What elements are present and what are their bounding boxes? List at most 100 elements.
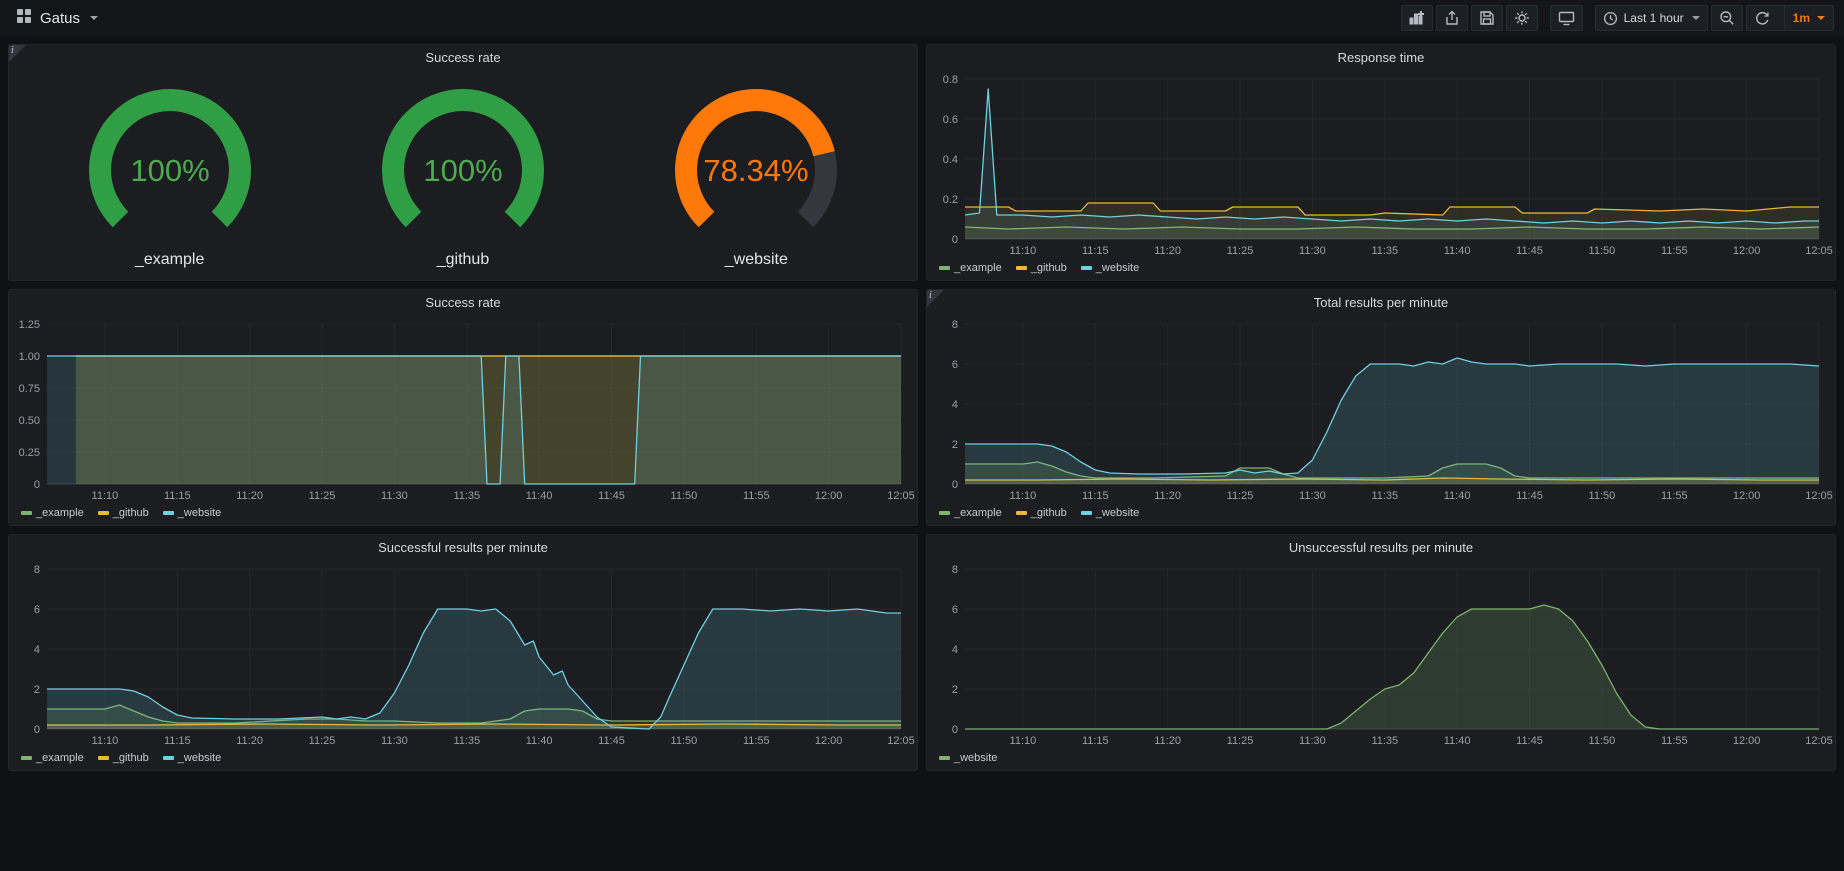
svg-text:0: 0 xyxy=(34,724,40,736)
svg-text:11:20: 11:20 xyxy=(1154,245,1181,257)
panel-title-success-rate-gauges[interactable]: Success rate xyxy=(9,45,917,70)
clock-icon xyxy=(1603,11,1618,26)
legend-item-github[interactable]: _github xyxy=(98,507,149,519)
svg-text:12:05: 12:05 xyxy=(887,735,915,747)
gauge-example: 100% _example xyxy=(50,82,290,269)
chart-unsuccessful-results[interactable]: 0246811:1011:1511:2011:2511:3011:3511:40… xyxy=(927,560,1835,750)
chevron-down-icon xyxy=(90,16,98,20)
info-icon[interactable]: i xyxy=(9,45,26,62)
settings-button[interactable] xyxy=(1506,5,1538,31)
svg-text:12:05: 12:05 xyxy=(1805,735,1833,747)
svg-text:11:55: 11:55 xyxy=(743,735,770,747)
svg-text:11:55: 11:55 xyxy=(1661,490,1688,502)
legend-item-example[interactable]: _example xyxy=(21,752,84,764)
svg-text:11:40: 11:40 xyxy=(526,490,553,502)
chevron-down-icon xyxy=(1817,16,1825,20)
panel-title-text: Unsuccessful results per minute xyxy=(1289,540,1473,555)
info-icon[interactable]: i xyxy=(927,290,944,307)
svg-text:11:25: 11:25 xyxy=(1227,735,1254,747)
panel-legend: _example _github _website xyxy=(927,260,1835,280)
svg-text:12:00: 12:00 xyxy=(1733,245,1761,257)
svg-text:11:50: 11:50 xyxy=(1589,245,1616,257)
svg-text:12:00: 12:00 xyxy=(1733,490,1761,502)
svg-text:0.4: 0.4 xyxy=(943,154,958,166)
svg-text:11:35: 11:35 xyxy=(1371,245,1398,257)
panel-title-text: Success rate xyxy=(425,295,500,310)
svg-text:11:40: 11:40 xyxy=(1444,245,1471,257)
panel-title-response-time[interactable]: Response time xyxy=(927,45,1835,70)
chart-successful-results[interactable]: 0246811:1011:1511:2011:2511:3011:3511:40… xyxy=(9,560,917,750)
svg-text:11:35: 11:35 xyxy=(1371,490,1398,502)
panel-title-successful-results[interactable]: Successful results per minute xyxy=(9,535,917,560)
panel-title-text: Total results per minute xyxy=(1314,295,1448,310)
zoom-out-icon xyxy=(1719,10,1735,26)
svg-text:2: 2 xyxy=(952,684,958,696)
refresh-interval-dropdown[interactable]: 1m xyxy=(1784,6,1833,30)
svg-text:11:30: 11:30 xyxy=(381,490,408,502)
svg-text:11:10: 11:10 xyxy=(92,490,119,502)
legend-item-github[interactable]: _github xyxy=(1016,262,1067,274)
chart-response-time[interactable]: 00.20.40.60.811:1011:1511:2011:2511:3011… xyxy=(927,70,1835,260)
svg-text:6: 6 xyxy=(34,604,40,616)
panel-response-time: Response time 00.20.40.60.811:1011:1511:… xyxy=(926,44,1836,281)
legend-item-github[interactable]: _github xyxy=(98,752,149,764)
legend-item-example[interactable]: _example xyxy=(21,507,84,519)
legend-item-example[interactable]: _example xyxy=(939,507,1002,519)
svg-text:11:50: 11:50 xyxy=(671,735,698,747)
svg-text:4: 4 xyxy=(952,644,958,656)
svg-text:0: 0 xyxy=(952,724,958,736)
legend-item-github[interactable]: _github xyxy=(1016,507,1067,519)
zoom-out-button[interactable] xyxy=(1711,5,1743,31)
dashboard-picker[interactable]: Gatus xyxy=(10,4,104,33)
svg-text:0: 0 xyxy=(952,479,958,491)
svg-text:12:05: 12:05 xyxy=(1805,245,1833,257)
tv-mode-button[interactable] xyxy=(1550,5,1583,31)
legend-item-example[interactable]: _example xyxy=(939,262,1002,274)
refresh-button[interactable] xyxy=(1747,6,1778,30)
svg-text:11:30: 11:30 xyxy=(1299,245,1326,257)
time-range-picker[interactable]: Last 1 hour xyxy=(1595,5,1708,31)
legend-item-website[interactable]: _website xyxy=(1081,262,1139,274)
navbar: Gatus xyxy=(0,0,1844,36)
svg-text:12:05: 12:05 xyxy=(887,490,915,502)
legend-item-website[interactable]: _website xyxy=(163,507,221,519)
share-icon xyxy=(1444,10,1460,26)
share-button[interactable] xyxy=(1436,5,1468,31)
svg-text:11:15: 11:15 xyxy=(164,735,191,747)
svg-text:11:30: 11:30 xyxy=(1299,490,1326,502)
panel-success-rate-gauges: i Success rate 100% _example 100% _githu… xyxy=(8,44,918,281)
legend-item-website[interactable]: _website xyxy=(939,752,997,764)
refresh-icon xyxy=(1755,11,1770,26)
svg-text:8: 8 xyxy=(952,319,958,331)
panel-title-success-rate-series[interactable]: Success rate xyxy=(9,290,917,315)
gauge-github: 100% _github xyxy=(343,82,583,269)
add-panel-button[interactable] xyxy=(1401,5,1433,31)
legend-item-website[interactable]: _website xyxy=(1081,507,1139,519)
svg-text:11:25: 11:25 xyxy=(1227,245,1254,257)
save-button[interactable] xyxy=(1471,5,1503,31)
svg-text:0.50: 0.50 xyxy=(19,415,40,427)
gear-icon xyxy=(1514,10,1530,26)
svg-text:11:20: 11:20 xyxy=(1154,735,1181,747)
panel-title-total-results[interactable]: Total results per minute xyxy=(927,290,1835,315)
panel-title-unsuccessful-results[interactable]: Unsuccessful results per minute xyxy=(927,535,1835,560)
svg-text:6: 6 xyxy=(952,604,958,616)
svg-text:11:10: 11:10 xyxy=(1010,245,1037,257)
chart-total-results[interactable]: 0246811:1011:1511:2011:2511:3011:3511:40… xyxy=(927,315,1835,505)
panel-legend: _example _github _website xyxy=(9,750,917,770)
svg-text:11:55: 11:55 xyxy=(1661,245,1688,257)
gauge-row: 100% _example 100% _github 78.34% _websi… xyxy=(9,70,917,280)
svg-text:11:10: 11:10 xyxy=(92,735,119,747)
legend-item-website[interactable]: _website xyxy=(163,752,221,764)
svg-text:11:50: 11:50 xyxy=(1589,735,1616,747)
gauge-label: _github xyxy=(343,251,583,269)
svg-text:2: 2 xyxy=(952,439,958,451)
svg-text:11:40: 11:40 xyxy=(1444,490,1471,502)
save-icon xyxy=(1479,10,1495,26)
panel-success-rate-series: Success rate 00.250.500.751.001.2511:101… xyxy=(8,289,918,526)
gauge-arc-example: 100% xyxy=(50,82,290,249)
chart-success-rate[interactable]: 00.250.500.751.001.2511:1011:1511:2011:2… xyxy=(9,315,917,505)
refresh-picker: 1m xyxy=(1746,5,1834,31)
svg-text:0.8: 0.8 xyxy=(943,74,958,86)
svg-text:78.34%: 78.34% xyxy=(704,153,809,188)
